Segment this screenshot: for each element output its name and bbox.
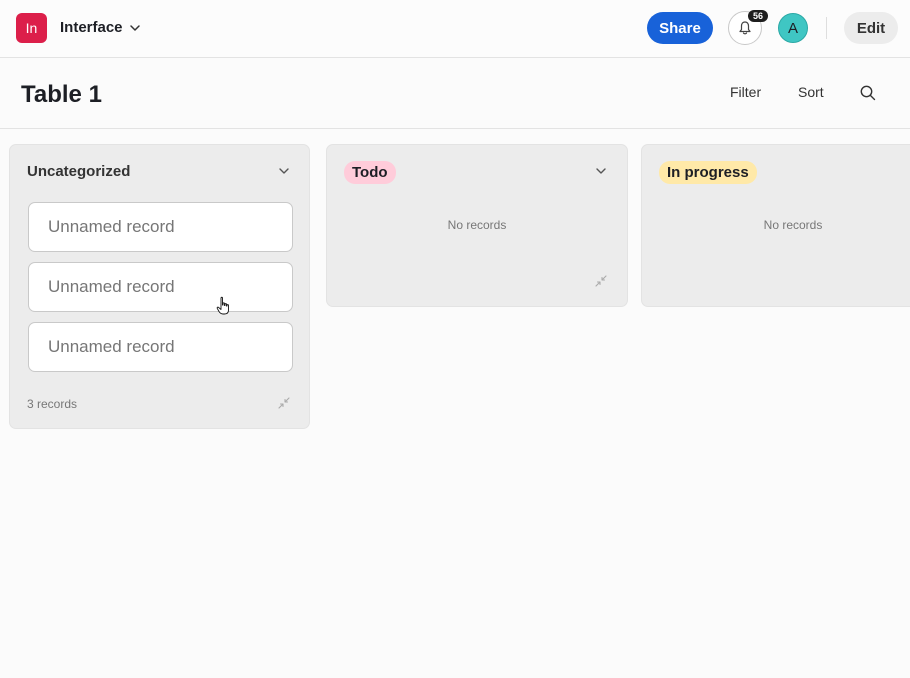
page-title: Table 1 <box>21 81 102 108</box>
record-title: Unnamed record <box>48 217 175 236</box>
collapse-icon[interactable] <box>278 397 290 409</box>
record-title: Unnamed record <box>48 277 175 296</box>
empty-state-text: No records <box>763 218 823 232</box>
kanban-column-uncategorized: Uncategorized Unnamed record Unnamed rec… <box>9 144 310 429</box>
column-status-tag: In progress <box>659 161 757 184</box>
edit-button[interactable]: Edit <box>844 12 898 44</box>
avatar-initial: A <box>787 19 798 37</box>
kanban-column-todo: Todo No records <box>326 144 628 307</box>
user-avatar[interactable]: A <box>778 13 808 43</box>
sort-button[interactable]: Sort <box>798 84 824 100</box>
bell-icon <box>739 21 751 35</box>
app-badge[interactable]: In <box>16 13 47 43</box>
top-bar: In Interface Share 56 A Edit <box>0 0 910 58</box>
collapse-icon[interactable] <box>595 275 607 287</box>
column-status-tag: Todo <box>344 161 396 184</box>
record-card[interactable]: Unnamed record <box>28 262 293 312</box>
chevron-down-icon[interactable] <box>595 165 607 177</box>
record-card[interactable]: Unnamed record <box>28 202 293 252</box>
hand-cursor-icon <box>216 296 229 315</box>
notification-count-badge: 56 <box>748 10 768 22</box>
page-toolbar: Table 1 Filter Sort <box>0 59 910 129</box>
interface-name: Interface <box>60 19 123 36</box>
record-count: 3 records <box>27 397 78 411</box>
app-badge-label: In <box>25 20 38 36</box>
record-card[interactable]: Unnamed record <box>28 322 293 372</box>
interface-switcher[interactable]: Interface <box>60 19 141 36</box>
share-button[interactable]: Share <box>647 12 713 44</box>
chevron-down-icon <box>129 24 140 31</box>
search-icon[interactable] <box>859 84 877 102</box>
filter-button[interactable]: Filter <box>730 84 761 100</box>
kanban-column-in-progress: In progress No records <box>641 144 910 307</box>
chevron-down-icon[interactable] <box>278 165 290 177</box>
record-title: Unnamed record <box>48 337 175 356</box>
column-title: Uncategorized <box>27 163 131 180</box>
empty-state-text: No records <box>447 218 507 232</box>
header-divider <box>826 17 827 39</box>
